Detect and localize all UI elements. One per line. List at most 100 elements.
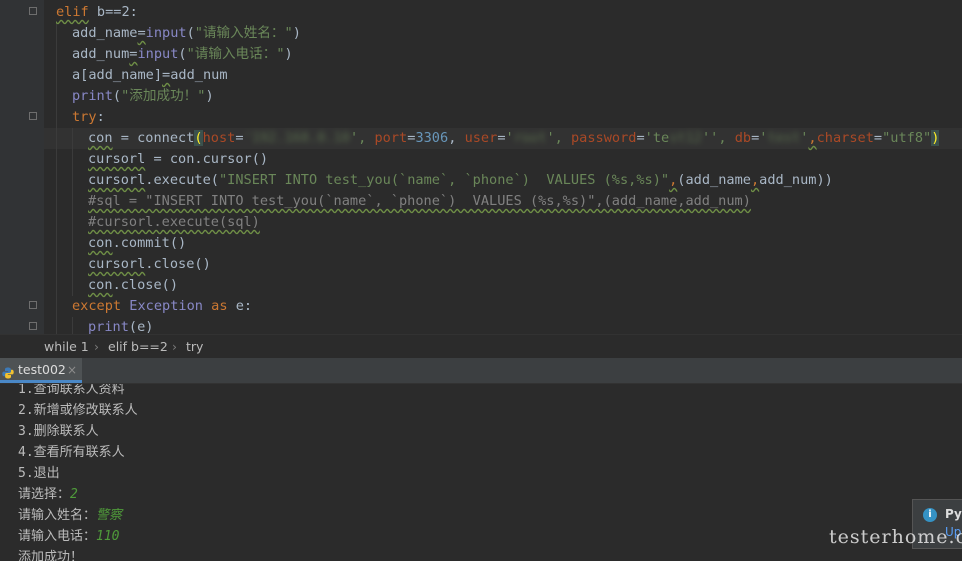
breadcrumb-item[interactable]: elif b==2 <box>108 335 168 359</box>
identifier: con <box>88 130 113 146</box>
param-name: port <box>374 130 408 146</box>
close-icon[interactable]: × <box>67 358 77 382</box>
code-line[interactable]: print(e) <box>88 317 153 334</box>
param-name: password <box>571 130 637 146</box>
code-text: = con.cursor() <box>145 151 269 167</box>
string-literal: ' <box>505 130 514 146</box>
string-literal: ', <box>349 130 375 146</box>
comment-line[interactable]: #cursorl.execute(sql) <box>88 212 260 233</box>
code-line[interactable]: cursorl.close() <box>88 254 211 275</box>
code-text: .execute( <box>145 172 219 188</box>
code-line[interactable]: add_num=input("请输入电话：") <box>72 44 293 65</box>
operator: = <box>873 130 883 146</box>
code-line[interactable]: elif b==2: <box>56 2 138 23</box>
fold-marker-icon[interactable] <box>29 301 37 309</box>
fold-marker-icon[interactable] <box>29 322 37 330</box>
identifier: a[add_name] <box>72 67 163 83</box>
tab-label: test002 <box>18 362 66 377</box>
code-line[interactable]: except Exception as e: <box>72 296 252 317</box>
console-prompt-line: 请选择：2 <box>18 484 78 505</box>
code-text: .commit() <box>112 235 187 251</box>
identifier: con <box>88 235 113 251</box>
string-literal: "utf8" <box>882 130 932 146</box>
operator: = <box>162 67 171 83</box>
code-text: .close() <box>112 277 179 293</box>
paren: ( <box>178 46 187 62</box>
console-output-line: 添加成功！ <box>18 550 84 561</box>
code-text: add_num)) <box>759 172 833 188</box>
operator: = <box>636 130 645 146</box>
comma: , <box>808 130 817 146</box>
indent-guide <box>72 128 73 296</box>
editor-gutter <box>0 0 44 334</box>
chevron-right-icon: › <box>172 339 177 354</box>
code-line[interactable]: add_name=input("请输入姓名：") <box>72 23 301 44</box>
code-line[interactable]: con = connect(host='192.168.0.10', port=… <box>88 128 940 149</box>
redacted-value: st12 <box>669 130 702 146</box>
paren: ( <box>186 25 195 41</box>
code-text: (add_name <box>677 172 751 188</box>
paren: ) <box>284 46 293 62</box>
identifier: cursorl <box>88 172 146 188</box>
code-line[interactable]: cursorl = con.cursor() <box>88 149 268 170</box>
code-line[interactable]: con.close() <box>88 275 178 296</box>
string-literal: "添加成功！" <box>121 88 206 104</box>
paren: ) <box>292 25 301 41</box>
code-editor[interactable]: elif b==2: add_name=input("请输入姓名：") add_… <box>0 0 962 334</box>
keyword: try <box>72 109 97 125</box>
operator: = <box>497 130 506 146</box>
python-icon <box>2 363 14 379</box>
number-literal: 3306 <box>415 130 449 146</box>
code-text: : <box>96 109 105 125</box>
code-text: e: <box>227 298 253 314</box>
paren: ) <box>205 88 214 104</box>
notification-title: Py <box>945 507 962 521</box>
param-name: user <box>464 130 498 146</box>
breadcrumb: while 1 › elif b==2 › try <box>0 334 962 359</box>
fold-marker-icon[interactable] <box>29 7 37 15</box>
breadcrumb-item[interactable]: try <box>186 335 203 359</box>
info-icon: i <box>923 508 937 522</box>
code-text: .close() <box>145 256 211 272</box>
run-tool-window-tabs: test002 × <box>0 358 962 384</box>
breadcrumb-item[interactable]: while 1 <box>44 335 89 359</box>
redacted-value: '192.168.0.10 <box>243 130 350 146</box>
fold-marker-icon[interactable] <box>29 112 37 120</box>
console-prompt: 请选择： <box>18 487 71 502</box>
string-literal: "INSERT INTO test_you(`name`, `phone`) V… <box>218 172 670 188</box>
paren: ( <box>112 88 122 104</box>
string-literal: "请输入电话：" <box>186 46 285 62</box>
code-text: (e) <box>128 319 154 334</box>
keyword: except <box>72 298 122 314</box>
run-console[interactable]: 1.查询联系人资料 2.新增或修改联系人 3.删除联系人 4.查看所有联系人 5… <box>0 384 962 561</box>
console-user-input: 警察 <box>96 508 123 523</box>
identifier: add_num <box>72 46 130 62</box>
string-literal: '', <box>701 130 735 146</box>
code-line[interactable]: cursorl.execute("INSERT INTO test_you(`n… <box>88 170 833 191</box>
code-text: = connect <box>112 130 195 146</box>
code-text: , <box>448 130 465 146</box>
console-output-line: 3.删除联系人 <box>18 424 99 439</box>
code-line[interactable]: con.commit() <box>88 233 186 254</box>
string-literal: ' <box>759 130 768 146</box>
paren-match: ) <box>931 130 940 146</box>
indent-guide <box>72 317 73 334</box>
builtin-function: input <box>137 46 179 62</box>
tab-test002[interactable]: test002 × <box>0 358 82 383</box>
console-output-line: 2.新增或修改联系人 <box>18 403 138 418</box>
comment-line[interactable]: #sql = "INSERT INTO test_you(`name`, `ph… <box>88 191 751 212</box>
redacted-value: root <box>513 130 547 146</box>
string-literal: 'te <box>644 130 670 146</box>
console-user-input: 2 <box>70 487 78 502</box>
code-line[interactable]: try: <box>72 107 105 128</box>
identifier: cursorl <box>88 151 146 167</box>
code-line[interactable]: a[add_name]=add_num <box>72 65 228 86</box>
console-prompt: 请输入电话： <box>18 529 97 544</box>
builtin-function: input <box>145 25 187 41</box>
code-line[interactable]: print("添加成功！") <box>72 86 214 107</box>
ide-window: elif b==2: add_name=input("请输入姓名：") add_… <box>0 0 962 561</box>
watermark: testerhome.com <box>829 526 962 548</box>
console-user-input: 110 <box>96 529 120 544</box>
builtin-function: print <box>88 319 129 334</box>
console-output-line: 1.查询联系人资料 <box>18 384 125 397</box>
